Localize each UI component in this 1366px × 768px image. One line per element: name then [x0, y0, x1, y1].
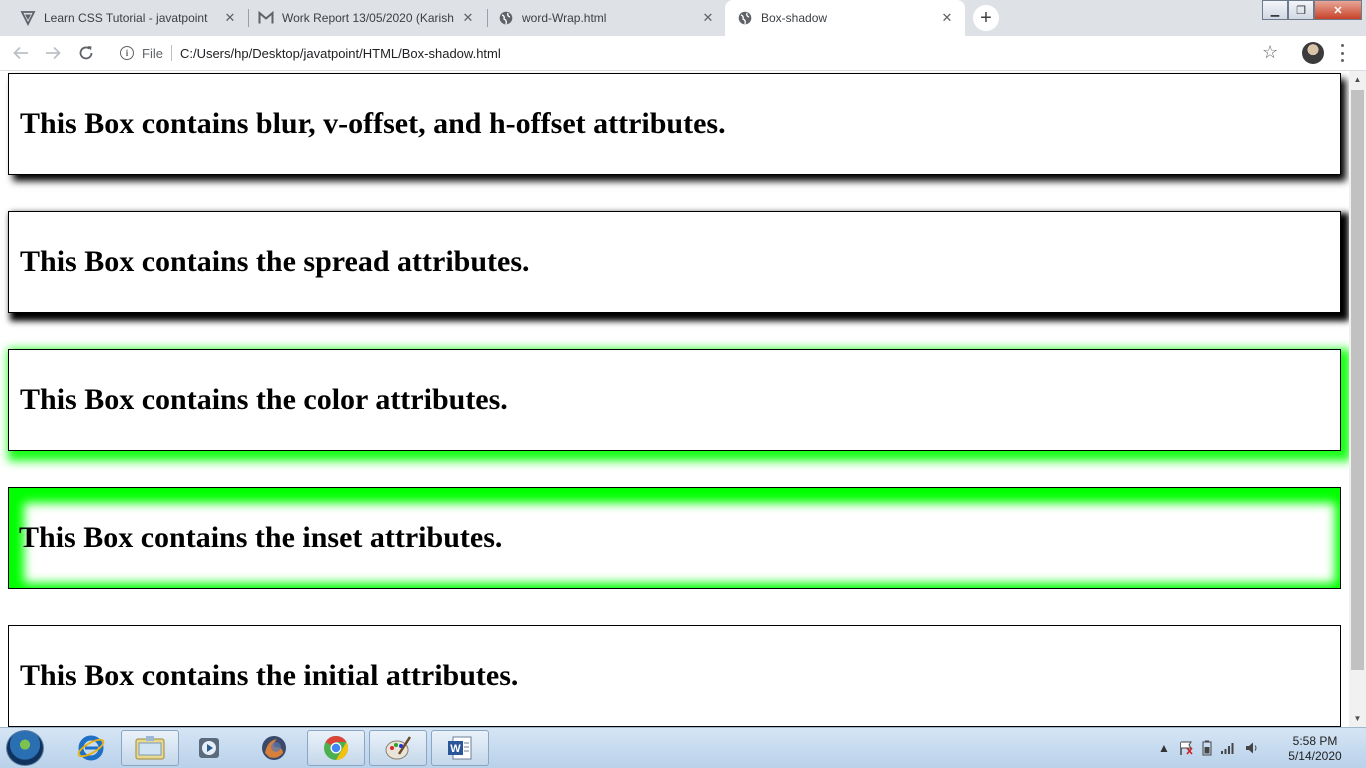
bookmark-star-icon[interactable]: ☆ [1262, 42, 1278, 63]
security-chip[interactable]: File [142, 46, 163, 61]
clock-date: 5/14/2020 [1288, 749, 1342, 763]
shadow-box-spread: This Box contains the spread attributes. [8, 211, 1341, 313]
tab-word-wrap[interactable]: word-Wrap.html ✕ [478, 0, 726, 35]
minimize-button[interactable]: ▁ [1262, 0, 1288, 20]
vertical-scrollbar[interactable]: ▲ ▼ [1349, 71, 1366, 727]
profile-avatar[interactable] [1302, 42, 1324, 64]
shadow-box-inset: This Box contains the inset attributes. [8, 487, 1341, 589]
tab-strip: Learn CSS Tutorial - javatpoint ✕ Work R… [0, 0, 1366, 36]
svg-text:W: W [450, 743, 461, 755]
scroll-thumb[interactable] [1351, 90, 1364, 670]
file-explorer-icon[interactable] [121, 730, 179, 766]
chrome-icon[interactable] [307, 730, 365, 766]
globe-icon [498, 10, 514, 26]
internet-explorer-icon[interactable] [62, 730, 120, 766]
forward-button[interactable] [41, 41, 65, 65]
volume-icon[interactable] [1244, 740, 1260, 756]
restore-button[interactable]: ❐ [1288, 0, 1314, 20]
close-icon[interactable]: ✕ [700, 10, 716, 26]
scroll-down-arrow-icon[interactable]: ▼ [1349, 710, 1366, 727]
paint-icon[interactable] [369, 730, 427, 766]
shadow-box-initial: This Box contains the initial attributes… [8, 625, 1341, 727]
close-icon[interactable]: ✕ [222, 10, 238, 26]
chip-divider [170, 45, 172, 61]
firefox-icon[interactable] [245, 730, 303, 766]
reload-button[interactable] [74, 41, 98, 65]
show-hidden-icons-icon[interactable]: ▲ [1158, 741, 1170, 755]
gmail-icon [258, 10, 274, 26]
action-center-flag-icon[interactable] [1178, 740, 1194, 756]
tab-title: word-Wrap.html [522, 10, 607, 25]
scroll-up-arrow-icon[interactable]: ▲ [1349, 71, 1366, 88]
tab-work-report[interactable]: Work Report 13/05/2020 (Karishma ✕ [238, 0, 486, 35]
menu-kebab-icon[interactable] [1338, 44, 1346, 62]
javatpoint-icon [20, 10, 36, 26]
tab-box-shadow[interactable]: Box-shadow ✕ [725, 0, 965, 36]
box-heading: This Box contains the initial attributes… [20, 659, 519, 692]
signal-icon[interactable] [1220, 741, 1236, 755]
page-viewport: This Box contains blur, v-offset, and h-… [0, 71, 1349, 727]
box-heading: This Box contains the color attributes. [20, 383, 508, 416]
url-text[interactable]: C:/Users/hp/Desktop/javatpoint/HTML/Box-… [180, 46, 501, 61]
close-icon[interactable]: ✕ [460, 10, 476, 26]
system-clock[interactable]: 5:58 PM 5/14/2020 [1280, 734, 1350, 764]
new-tab-button[interactable]: + [973, 5, 999, 31]
system-tray: ▲ [1158, 728, 1260, 768]
tab-javatpoint[interactable]: Learn CSS Tutorial - javatpoint ✕ [0, 0, 248, 35]
box-heading: This Box contains the inset attributes. [19, 521, 503, 554]
info-icon[interactable]: i [120, 46, 134, 60]
close-window-button[interactable]: ✕ [1314, 0, 1362, 20]
address-bar[interactable]: i File C:/Users/hp/Desktop/javatpoint/HT… [110, 40, 1290, 66]
shadow-box-color: This Box contains the color attributes. [8, 349, 1341, 451]
globe-icon [737, 10, 753, 26]
word-icon[interactable]: W [431, 730, 489, 766]
windows-taskbar: W ▲ 5:58 PM 5/14/2020 [0, 727, 1366, 768]
back-button[interactable] [9, 41, 33, 65]
media-player-icon[interactable] [180, 730, 238, 766]
tab-title: Learn CSS Tutorial - javatpoint [44, 10, 208, 25]
battery-icon[interactable] [1202, 740, 1212, 756]
clock-time: 5:58 PM [1292, 734, 1338, 748]
shadow-box-blur: This Box contains blur, v-offset, and h-… [8, 73, 1341, 175]
close-icon[interactable]: ✕ [939, 10, 955, 26]
tab-title: Box-shadow [761, 11, 828, 25]
tab-title: Work Report 13/05/2020 (Karishma [282, 10, 454, 25]
box-heading: This Box contains the spread attributes. [20, 245, 530, 278]
browser-toolbar: i File C:/Users/hp/Desktop/javatpoint/HT… [0, 36, 1366, 71]
box-heading: This Box contains blur, v-offset, and h-… [20, 107, 726, 140]
start-button[interactable] [6, 730, 44, 766]
